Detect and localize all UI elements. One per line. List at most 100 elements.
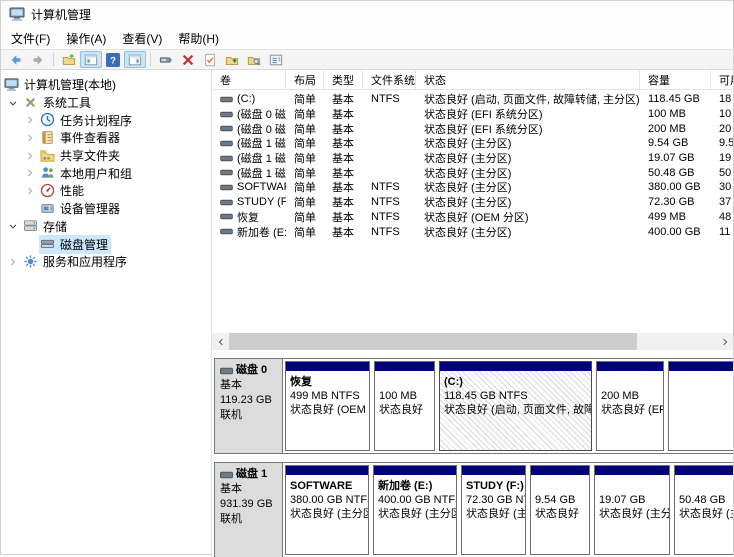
partition-status: 状态良好 (OEM 分区) <box>290 404 369 416</box>
cell-type: 基本 <box>332 211 354 224</box>
folder-up-button[interactable] <box>221 51 243 68</box>
sidebar-item-disk-management[interactable]: 磁盘管理 <box>1 234 211 254</box>
partition-block[interactable]: STUDY (F:) 72.30 GB NTFS 状态良好 (主分区) <box>461 465 526 555</box>
partition-size: 19.07 GB <box>599 494 646 506</box>
partition-color-bar <box>597 362 663 371</box>
disk-header[interactable]: 磁盘 0 基本 119.23 GB 联机 <box>215 359 283 453</box>
chevron-collapsed-icon[interactable] <box>24 113 39 127</box>
details-pane-button[interactable] <box>265 51 287 68</box>
partition-label <box>379 375 430 389</box>
sidebar-item-performance[interactable]: 性能 <box>1 182 211 200</box>
partition-info: STUDY (F:) 72.30 GB NTFS 状态良好 (主分区) <box>462 475 525 521</box>
menu-item-file[interactable]: 文件(F) <box>3 27 58 49</box>
partition-size: 72.30 GB NTFS <box>466 494 525 506</box>
toolbar: ? <box>1 50 733 70</box>
volume-row[interactable]: (磁盘 1 磁盘分区 6) 简单 基本 状态良好 (主分区) 19.07 GB 19 <box>212 151 733 166</box>
volume-row[interactable]: STUDY (F:) 简单 基本 NTFS 状态良好 (主分区) 72.30 GB 37 <box>212 195 733 210</box>
export-list-button[interactable] <box>58 51 80 68</box>
menu-bar: 文件(F) 操作(A) 查看(V) 帮助(H) <box>1 27 733 50</box>
sidebar-item-event-viewer[interactable]: 事件查看器 <box>1 129 211 147</box>
partition-size: 400.00 GB NTFS <box>378 494 456 506</box>
volume-row[interactable]: 新加卷 (E:) 简单 基本 NTFS 状态良好 (主分区) 400.00 GB 11 <box>212 224 733 239</box>
scroll-left-icon[interactable] <box>212 333 229 350</box>
volume-row[interactable]: (磁盘 0 磁盘分区 5) 简单 基本 状态良好 (EFI 系统分区) 200 MB 20 <box>212 121 733 136</box>
graphical-disk-view: 磁盘 0 基本 119.23 GB 联机 恢复 499 MB NTFS 状态良好 (OEM … <box>212 350 733 557</box>
cell-status: 状态良好 (主分区) <box>424 138 512 151</box>
properties-button[interactable] <box>199 51 221 68</box>
partition-block[interactable]: 200 MB 状态良好 (EFI 系统分区) <box>596 361 664 451</box>
sidebar-item-services-applications[interactable]: 服务和应用程序 <box>1 253 211 271</box>
volume-list: 卷布局类型文件系统状态容量可用空间 (C:)简单基本NTFS状态良好 (启动, … <box>212 70 733 333</box>
help-button[interactable]: ? <box>102 51 124 68</box>
disk-icon <box>220 470 233 480</box>
partition-color-bar <box>374 466 456 475</box>
partition-block[interactable]: SOFTWARE 380.00 GB NTFS 状态良好 (主分区) <box>285 465 369 555</box>
partition-block[interactable] <box>668 361 733 451</box>
volume-row[interactable]: (磁盘 1 磁盘分区 7) 简单 基本 状态良好 (主分区) 50.48 GB 50 <box>212 165 733 180</box>
device-button[interactable] <box>155 51 177 68</box>
sidebar-item-task-scheduler[interactable]: 任务计划程序 <box>1 111 211 129</box>
tree-item-box: 系统工具 <box>22 93 94 112</box>
show-hide-action-pane-button[interactable] <box>124 51 146 68</box>
chevron-expanded-icon[interactable] <box>7 219 22 233</box>
column-header-filesystem[interactable]: 文件系统 <box>363 70 416 89</box>
back-button[interactable] <box>5 51 27 68</box>
volume-row[interactable]: (C:) 简单 基本 NTFS 状态良好 (启动, 页面文件, 故障转储, 主分区) 11… <box>212 92 733 107</box>
menu-item-view[interactable]: 查看(V) <box>114 27 170 49</box>
column-header-capacity[interactable]: 容量 <box>640 70 711 89</box>
sidebar-item-local-users-groups[interactable]: 本地用户和组 <box>1 164 211 182</box>
sidebar-item-system-tools[interactable]: 系统工具 <box>1 94 211 112</box>
sidebar-item-shared-folders[interactable]: 共享文件夹 <box>1 147 211 165</box>
volume-row[interactable]: (磁盘 0 磁盘分区 2) 简单 基本 状态良好 (EFI 系统分区) 100 MB 10 <box>212 107 733 122</box>
partition-area: SOFTWARE380.00 GB NTFS状态良好 (主分区) 新加卷 (E:)… <box>283 463 733 557</box>
folder-search-button[interactable] <box>243 51 265 68</box>
volume-row[interactable]: SOFTWARE (D:) 简单 基本 NTFS 状态良好 (主分区) 380.00 GB… <box>212 180 733 195</box>
disk-header[interactable]: 磁盘 1 基本 931.39 GB 联机 <box>215 463 283 557</box>
partition-label: 新加卷 (E:) <box>378 480 433 492</box>
partition-label: (C:) <box>444 376 463 388</box>
column-header-status[interactable]: 状态 <box>416 70 640 89</box>
partition-size: 100 MB <box>379 390 417 402</box>
chevron-collapsed-icon[interactable] <box>24 166 39 180</box>
scrollbar-thumb[interactable] <box>229 333 637 350</box>
column-header-layout[interactable]: 布局 <box>286 70 324 89</box>
tree-item-box: 设备管理器 <box>39 199 123 218</box>
partition-info: 50.48 GB 状态良好 (主分区) <box>675 475 733 521</box>
menu-item-action[interactable]: 操作(A) <box>58 27 114 49</box>
volume-name: (磁盘 1 磁盘分区 7) <box>237 167 286 180</box>
partition-block[interactable]: 9.54 GB 状态良好 <box>530 465 590 555</box>
delete-button[interactable] <box>177 51 199 68</box>
partition-block[interactable]: 新加卷 (E:) 400.00 GB NTFS 状态良好 (主分区) <box>373 465 457 555</box>
chevron-collapsed-icon[interactable] <box>24 184 39 198</box>
sidebar-item-storage[interactable]: 存储 <box>1 218 211 236</box>
chevron-collapsed-icon[interactable] <box>7 255 22 269</box>
menu-item-help[interactable]: 帮助(H) <box>170 27 227 49</box>
column-header-type[interactable]: 类型 <box>324 70 363 89</box>
scrollbar-track[interactable] <box>637 333 716 350</box>
storage-icon <box>23 218 39 234</box>
sidebar-item-device-manager[interactable]: 设备管理器 <box>1 200 211 218</box>
volume-name: STUDY (F:) <box>237 196 286 209</box>
partition-block[interactable]: 100 MB 状态良好 <box>374 361 435 451</box>
chevron-collapsed-icon[interactable] <box>24 131 39 145</box>
column-header-volume[interactable]: 卷 <box>212 70 286 89</box>
cell-layout: 简单 <box>294 211 316 224</box>
show-hide-console-tree-button[interactable] <box>80 51 102 68</box>
scroll-right-icon[interactable] <box>716 333 733 350</box>
horizontal-scrollbar[interactable] <box>212 333 733 350</box>
partition-block[interactable]: 19.07 GB 状态良好 (主分区) <box>594 465 670 555</box>
forward-button[interactable] <box>27 51 49 68</box>
partition-block[interactable]: 恢复 499 MB NTFS 状态良好 (OEM 分区) <box>285 361 370 451</box>
column-header-free[interactable]: 可用空间 <box>711 70 733 89</box>
partition-block[interactable]: 50.48 GB 状态良好 (主分区) <box>674 465 733 555</box>
volume-row[interactable]: (磁盘 1 磁盘分区 5) 简单 基本 状态良好 (主分区) 9.54 GB 9.5 <box>212 136 733 151</box>
chevron-expanded-icon[interactable] <box>7 96 22 110</box>
cell-type: 基本 <box>332 167 354 180</box>
chevron-collapsed-icon[interactable] <box>24 149 39 163</box>
volume-icon <box>220 95 233 104</box>
sidebar-item-computer-management[interactable]: 计算机管理(本地) <box>1 76 211 94</box>
volume-row[interactable]: 恢复 简单 基本 NTFS 状态良好 (OEM 分区) 499 MB 48 <box>212 210 733 225</box>
cell-type: 基本 <box>332 182 354 195</box>
partition-block[interactable]: (C:) 118.45 GB NTFS 状态良好 (启动, 页面文件, 故障转储, … <box>439 361 592 451</box>
volume-name: (磁盘 1 磁盘分区 6) <box>237 153 286 166</box>
